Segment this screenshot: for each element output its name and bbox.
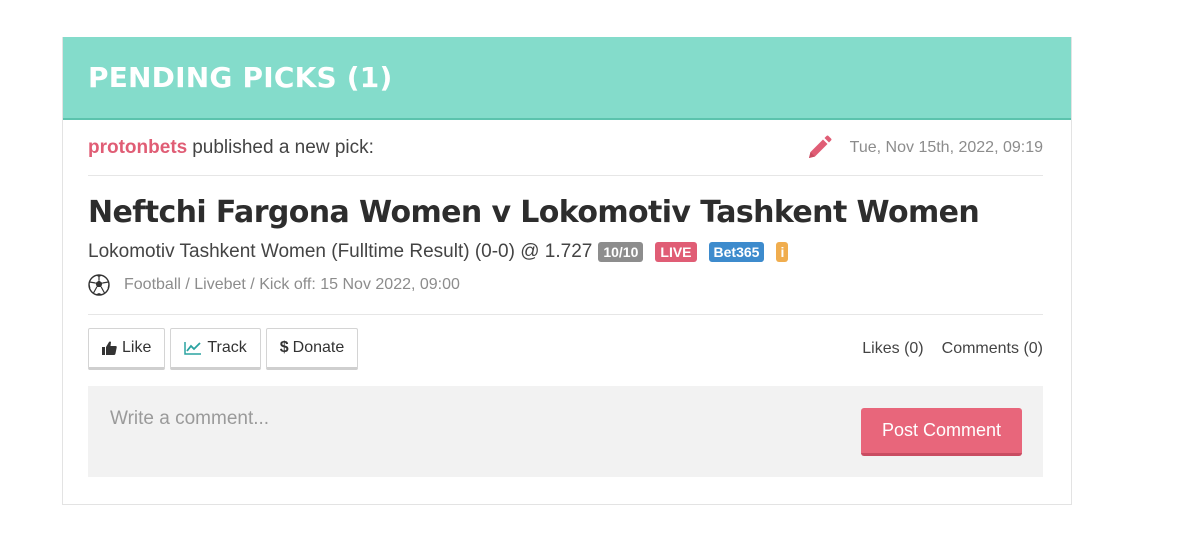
- dollar-icon: $: [279, 339, 289, 356]
- pick-author-line: protonbets published a new pick:: [88, 137, 374, 159]
- panel-title: PENDING PICKS (1): [88, 61, 393, 94]
- donate-label: Donate: [292, 339, 345, 356]
- pick-meta-row: protonbets published a new pick: Tue, Nov…: [88, 120, 1043, 176]
- sport-info: Football / Livebet / Kick off: 15 Nov 20…: [124, 276, 460, 293]
- panel-header: PENDING PICKS (1): [63, 37, 1071, 120]
- comment-box: Post Comment: [88, 386, 1043, 477]
- comments-count[interactable]: Comments (0): [942, 340, 1043, 358]
- soccer-ball-icon: [88, 274, 110, 296]
- pick-date: Tue, Nov 15th, 2022, 09:19: [849, 138, 1043, 156]
- bookmaker-badge[interactable]: Bet365: [708, 242, 765, 262]
- pencil-icon[interactable]: [806, 135, 832, 161]
- donate-button[interactable]: $ Donate: [265, 328, 359, 370]
- pick-card: protonbets published a new pick: Tue, Nov…: [63, 120, 1071, 477]
- like-button[interactable]: Like: [88, 328, 166, 370]
- like-label: Like: [122, 339, 152, 356]
- pick-selection: Lokomotiv Tashkent Women (Fulltime Resul…: [88, 241, 593, 262]
- divider: [88, 314, 1043, 315]
- stake-badge: 10/10: [598, 242, 644, 262]
- comment-input[interactable]: [88, 386, 828, 477]
- likes-count[interactable]: Likes (0): [862, 340, 923, 358]
- track-button[interactable]: Track: [170, 328, 261, 370]
- action-buttons: Like Track $ Donate: [88, 328, 363, 370]
- pick-selection-line: Lokomotiv Tashkent Women (Fulltime Resul…: [88, 241, 1043, 263]
- author-link[interactable]: protonbets: [88, 137, 187, 158]
- actions-row: Like Track $ Donate Likes (0) Comments (…: [88, 328, 1043, 370]
- info-badge[interactable]: i: [776, 242, 789, 262]
- pending-picks-panel: PENDING PICKS (1) protonbets published a …: [62, 37, 1072, 505]
- event-title: Neftchi Fargona Women v Lokomotiv Tashke…: [88, 195, 980, 230]
- track-label: Track: [207, 339, 247, 356]
- thumbs-up-icon: [102, 341, 117, 355]
- pick-meta-right: Tue, Nov 15th, 2022, 09:19: [806, 135, 1043, 161]
- post-comment-button[interactable]: Post Comment: [861, 408, 1022, 456]
- live-badge: LIVE: [655, 242, 697, 262]
- line-chart-icon: [184, 342, 202, 355]
- sport-line: Football / Livebet / Kick off: 15 Nov 20…: [88, 273, 1043, 297]
- pick-counts: Likes (0) Comments (0): [844, 340, 1043, 358]
- published-text: published a new pick:: [192, 136, 374, 158]
